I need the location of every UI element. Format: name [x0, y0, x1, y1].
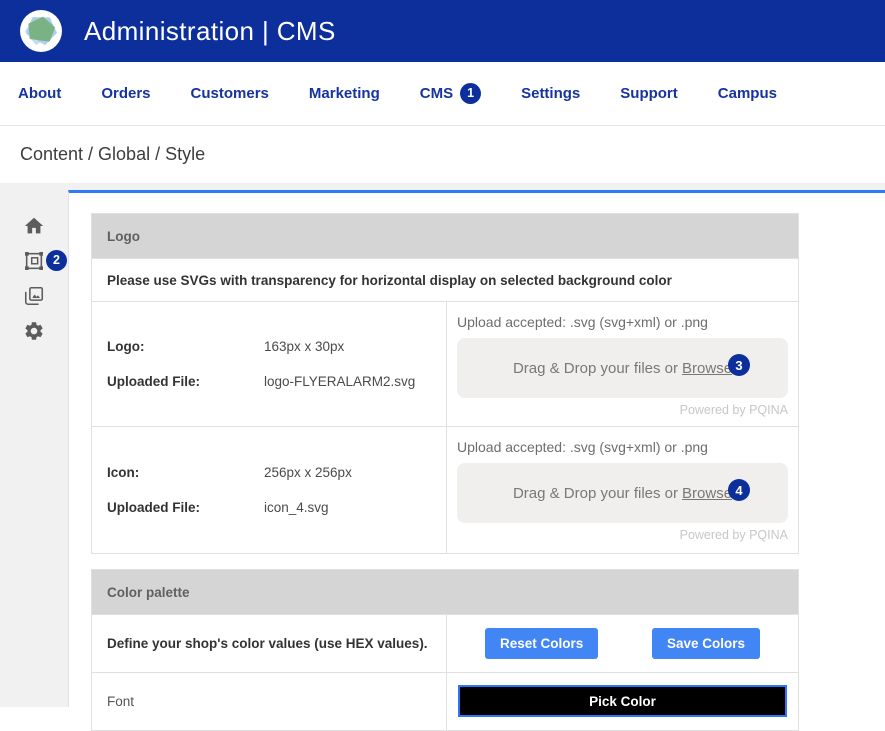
font-row-label: Font: [107, 694, 135, 709]
logo-dropzone[interactable]: Drag & Drop your files or Browse 3: [457, 338, 788, 398]
upload-hint: Upload accepted: .svg (svg+xml) or .png: [457, 314, 708, 330]
powered-by-label: Powered by PQINA: [679, 403, 788, 417]
logo-section-header: Logo: [92, 214, 798, 258]
logo-file-row: Uploaded File: logo-FLYERALARM2.svg: [107, 374, 431, 389]
annotation-badge-3: 3: [728, 354, 750, 376]
logo-size-row: Logo: 163px x 30px: [107, 339, 431, 354]
breadcrumb-bar: Content / Global / Style: [0, 126, 885, 183]
uploaded-file-value: logo-FLYERALARM2.svg: [264, 374, 416, 389]
logo-upload-row: Logo: 163px x 30px Uploaded File: logo-F…: [92, 301, 798, 426]
logo-size-value: 163px x 30px: [264, 339, 345, 354]
uploaded-file-label: Uploaded File:: [107, 374, 201, 389]
settings-card: Logo Please use SVGs with transparency f…: [68, 190, 885, 731]
artboard-icon[interactable]: 2: [23, 250, 67, 272]
icon-file-row: Uploaded File: icon_4.svg: [107, 500, 431, 515]
annotation-badge-4: 4: [728, 479, 750, 501]
nav-item-orders[interactable]: Orders: [101, 85, 150, 102]
gear-icon[interactable]: [23, 320, 45, 342]
main-nav: About Orders Customers Marketing CMS 1 S…: [0, 62, 885, 126]
upload-hint: Upload accepted: .svg (svg+xml) or .png: [457, 439, 708, 455]
icon-dropzone[interactable]: Drag & Drop your files or Browse 4: [457, 463, 788, 523]
color-instruction: Define your shop's color values (use HEX…: [107, 636, 428, 651]
browse-link[interactable]: Browse: [682, 485, 732, 502]
icon-upload-row: Icon: 256px x 256px Uploaded File: icon_…: [92, 426, 798, 553]
app-title: Administration | CMS: [84, 15, 336, 46]
nav-item-support[interactable]: Support: [620, 85, 678, 102]
nav-item-settings[interactable]: Settings: [521, 85, 580, 102]
color-actions-row: Define your shop's color values (use HEX…: [92, 614, 798, 672]
annotation-badge-1: 1: [460, 83, 482, 104]
annotation-badge-2: 2: [46, 250, 67, 271]
save-colors-button[interactable]: Save Colors: [651, 628, 760, 659]
nav-item-customers[interactable]: Customers: [191, 85, 269, 102]
app-bar: Administration | CMS: [0, 0, 885, 62]
logo-label: Logo:: [107, 339, 145, 354]
breadcrumb[interactable]: Content / Global / Style: [20, 144, 205, 165]
pick-color-button[interactable]: Pick Color: [458, 685, 787, 717]
powered-by-label: Powered by PQINA: [679, 528, 788, 542]
uploaded-file-label: Uploaded File:: [107, 500, 201, 515]
nav-item-cms[interactable]: CMS 1: [420, 83, 482, 104]
uploaded-file-value: icon_4.svg: [264, 500, 329, 515]
logo-section-note: Please use SVGs with transparency for ho…: [92, 258, 798, 301]
brand-logo-icon: [20, 10, 62, 52]
nav-item-about[interactable]: About: [18, 85, 61, 102]
reset-colors-button[interactable]: Reset Colors: [485, 628, 599, 659]
home-icon[interactable]: [23, 215, 45, 237]
content-region: 2 Logo Please use SVGs with transparency…: [0, 183, 885, 731]
icon-size-value: 256px x 256px: [264, 465, 352, 480]
side-rail: 2: [0, 183, 68, 707]
icon-label: Icon:: [107, 465, 140, 480]
icon-size-row: Icon: 256px x 256px: [107, 465, 431, 480]
color-palette-header: Color palette: [92, 570, 798, 614]
nav-item-marketing[interactable]: Marketing: [309, 85, 380, 102]
logo-section: Logo Please use SVGs with transparency f…: [91, 213, 799, 554]
photo-library-icon[interactable]: [23, 285, 45, 307]
nav-item-campus[interactable]: Campus: [718, 85, 777, 102]
font-color-row: Font Pick Color: [92, 672, 798, 730]
browse-link[interactable]: Browse: [682, 360, 732, 377]
